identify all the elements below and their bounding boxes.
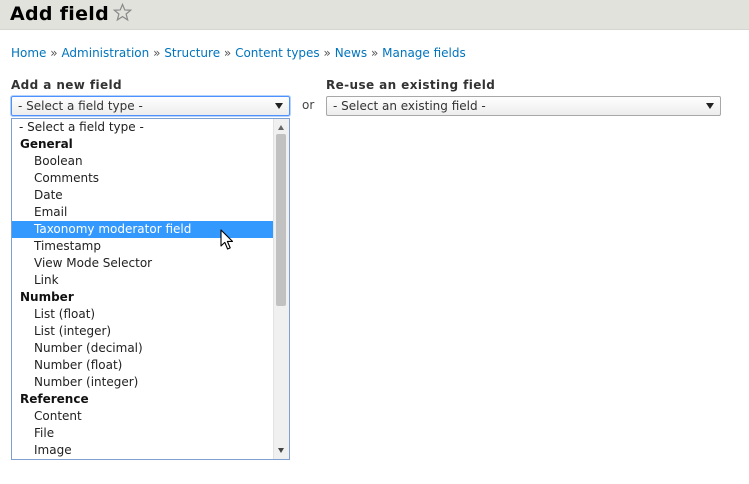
- dropdown-option[interactable]: Number (decimal): [12, 340, 274, 357]
- dropdown-option[interactable]: Boolean: [12, 153, 274, 170]
- dropdown-option[interactable]: Email: [12, 204, 274, 221]
- dropdown-option[interactable]: Content: [12, 408, 274, 425]
- breadcrumb-link-manage-fields[interactable]: Manage fields: [382, 46, 466, 60]
- field-type-dropdown-list[interactable]: - Select a field type - General Boolean Com…: [11, 118, 290, 460]
- dropdown-option[interactable]: Taxonomy moderator field: [12, 221, 274, 238]
- breadcrumb-link-administration[interactable]: Administration: [61, 46, 149, 60]
- or-separator-text: or: [302, 98, 315, 112]
- breadcrumb-link-structure[interactable]: Structure: [164, 46, 220, 60]
- breadcrumb-separator: »: [153, 46, 161, 60]
- breadcrumb-link-home[interactable]: Home: [11, 46, 46, 60]
- dropdown-scrollbar[interactable]: [273, 119, 289, 459]
- existing-field-select[interactable]: - Select an existing field -: [326, 96, 721, 116]
- existing-field-select-value: - Select an existing field -: [333, 99, 486, 113]
- chevron-down-icon: [275, 103, 283, 109]
- new-field-label: Add a new field: [11, 78, 123, 92]
- dropdown-option[interactable]: List (integer): [12, 323, 274, 340]
- star-icon[interactable]: [113, 3, 132, 22]
- dropdown-option[interactable]: File: [12, 425, 274, 442]
- dropdown-option[interactable]: List (float): [12, 306, 274, 323]
- page-header: Add field: [0, 0, 749, 30]
- mouse-cursor-icon: [220, 229, 234, 250]
- breadcrumb-separator: »: [370, 46, 379, 60]
- chevron-down-icon: [706, 103, 714, 109]
- field-type-select-value: - Select a field type -: [18, 99, 143, 113]
- dropdown-group-label: Number: [20, 290, 74, 304]
- dropdown-group-label: Reference: [20, 392, 89, 406]
- dropdown-option[interactable]: Timestamp: [12, 238, 274, 255]
- dropdown-group-label: General: [20, 137, 73, 151]
- breadcrumb-separator: »: [323, 46, 331, 60]
- page-title: Add field: [10, 3, 109, 25]
- field-type-select[interactable]: - Select a field type -: [11, 96, 290, 116]
- dropdown-option[interactable]: Date: [12, 187, 274, 204]
- dropdown-option[interactable]: Number (integer): [12, 374, 274, 391]
- existing-field-label: Re-use an existing field: [326, 78, 496, 92]
- breadcrumb: Home » Administration » Structure » Cont…: [11, 46, 466, 60]
- breadcrumb-link-content-types[interactable]: Content types: [235, 46, 320, 60]
- dropdown-option[interactable]: - Select a field type -: [12, 119, 274, 136]
- scroll-down-arrow-icon[interactable]: [278, 448, 284, 453]
- scroll-up-arrow-icon[interactable]: [278, 125, 284, 130]
- dropdown-option[interactable]: View Mode Selector: [12, 255, 274, 272]
- dropdown-option[interactable]: Image: [12, 442, 274, 459]
- dropdown-option[interactable]: Comments: [12, 170, 274, 187]
- breadcrumb-separator: »: [223, 46, 232, 60]
- dropdown-option[interactable]: Link: [12, 272, 274, 289]
- scrollbar-thumb[interactable]: [276, 134, 286, 306]
- dropdown-option[interactable]: Number (float): [12, 357, 274, 374]
- breadcrumb-link-news[interactable]: News: [335, 46, 367, 60]
- dropdown-options: - Select a field type - General Boolean Com…: [12, 119, 274, 459]
- breadcrumb-separator: »: [50, 46, 58, 60]
